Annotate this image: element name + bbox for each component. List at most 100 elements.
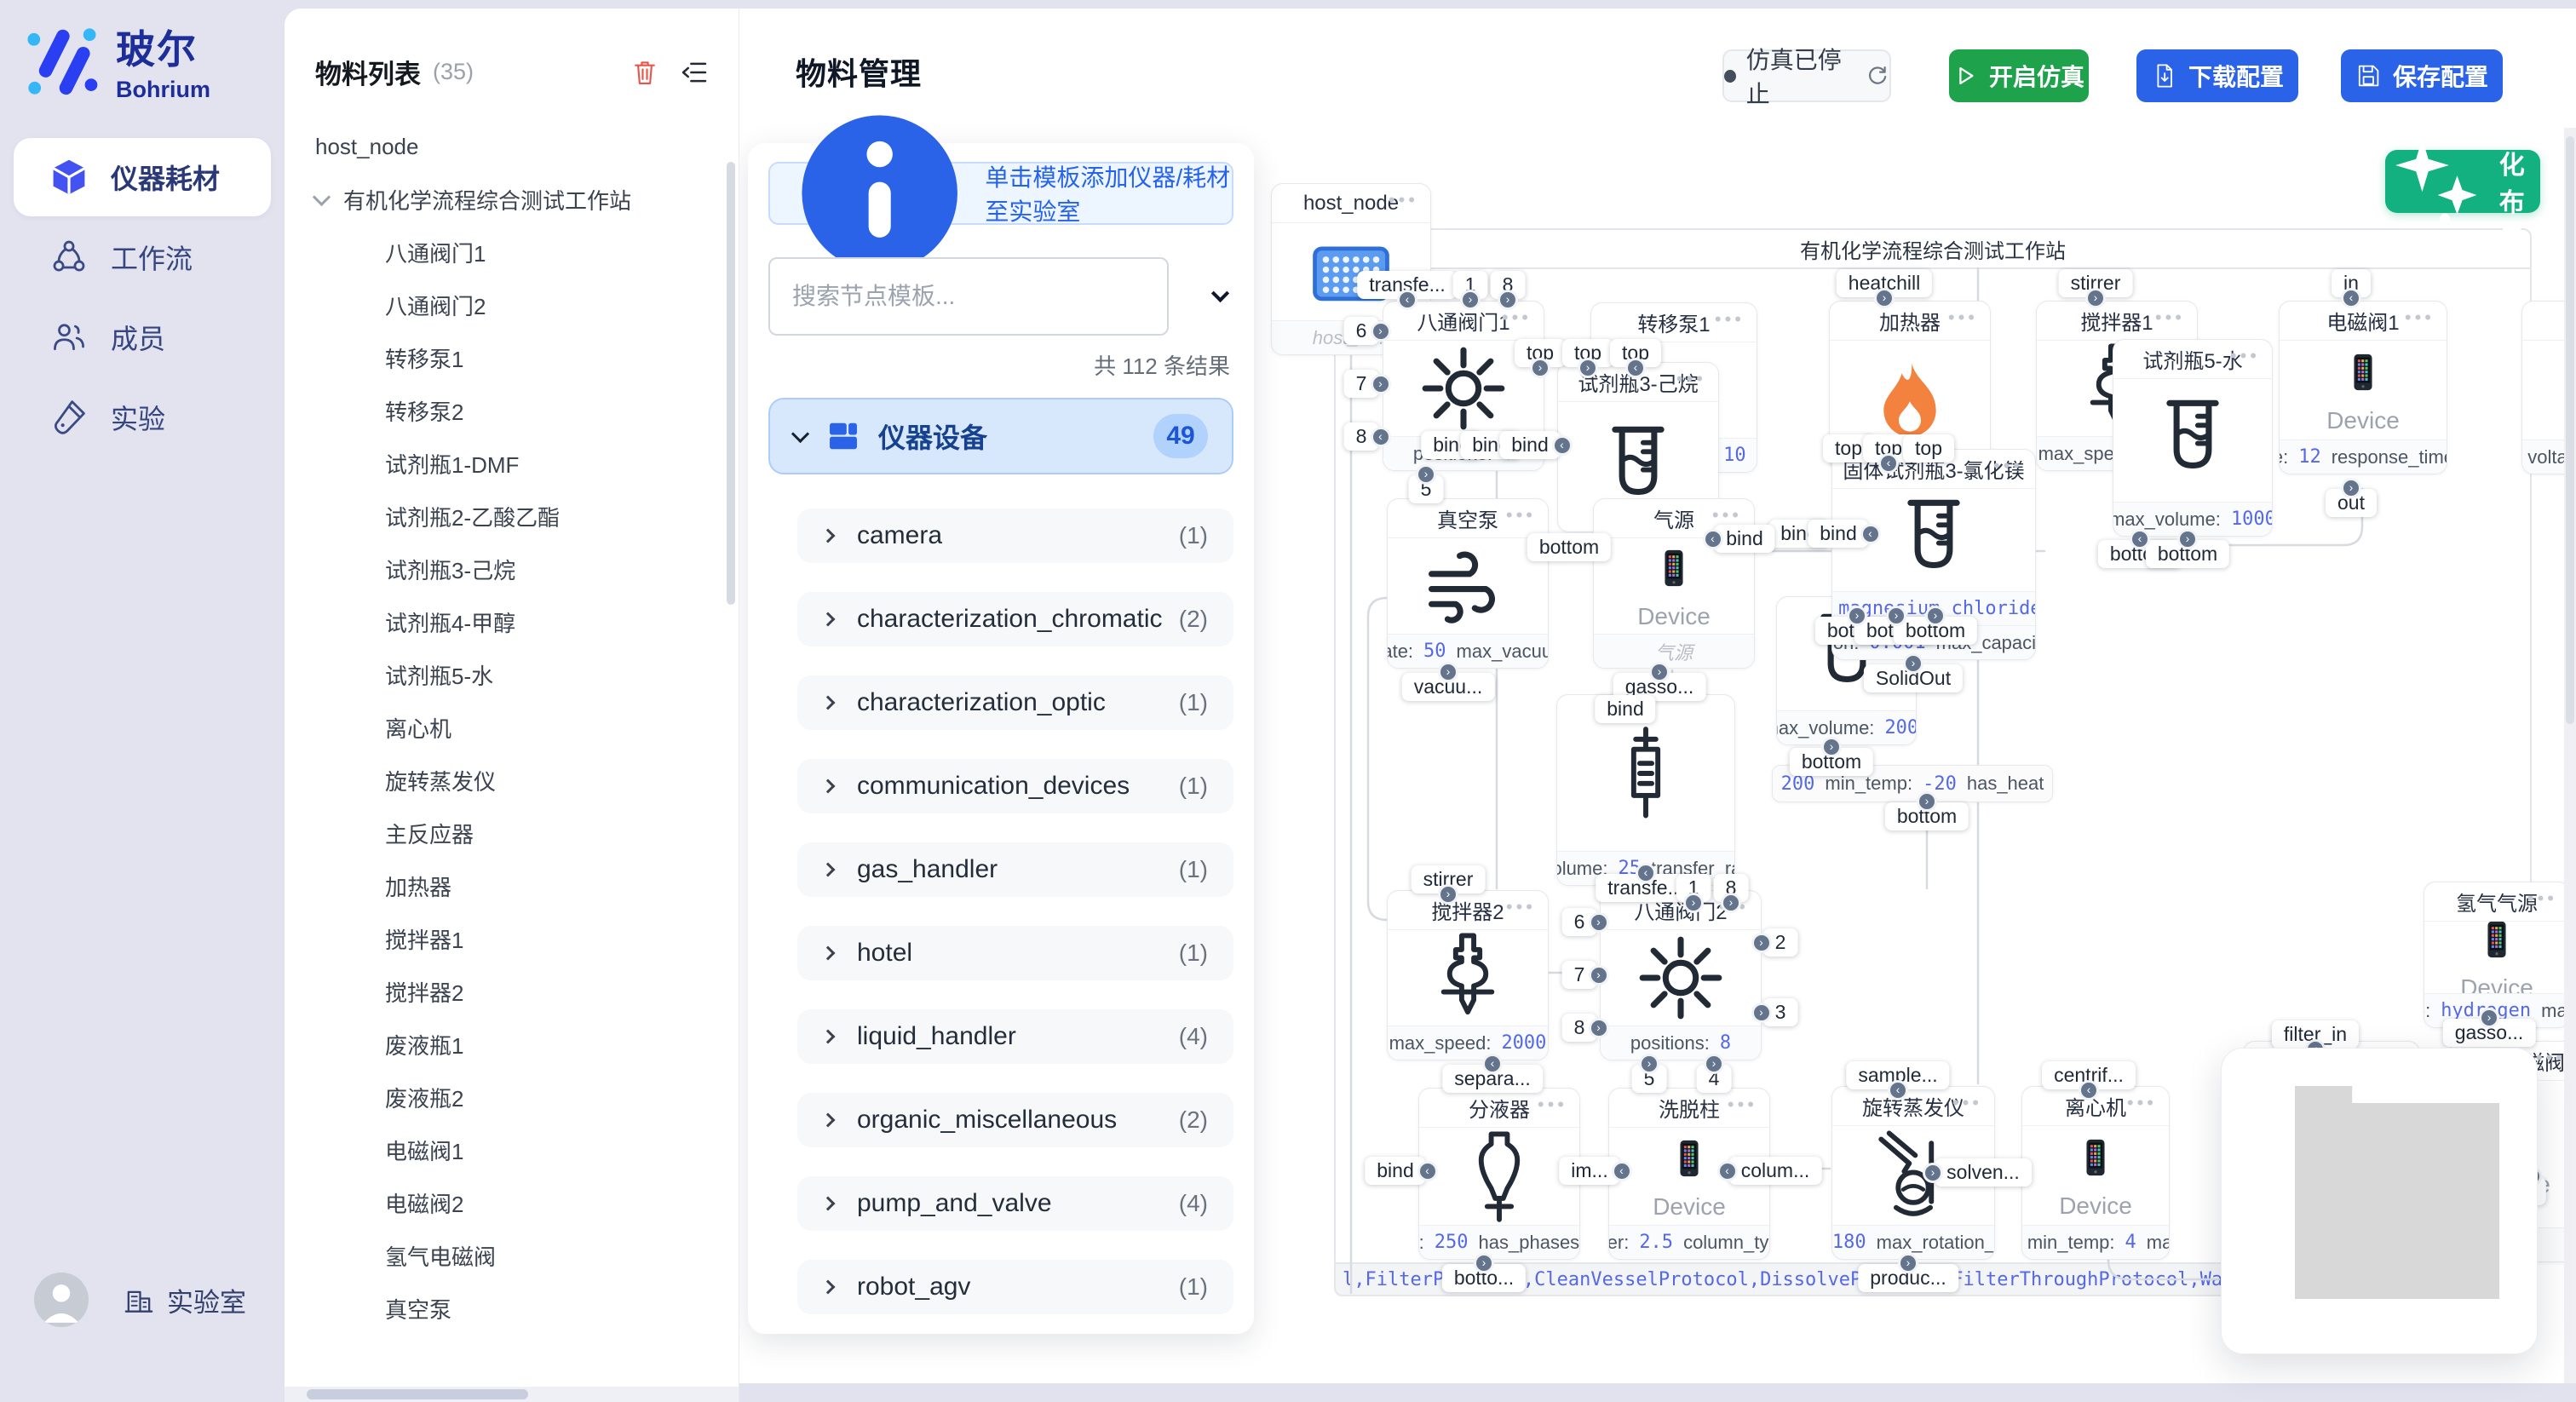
category-camera[interactable]: camera(1) [797,509,1233,563]
canvas-node-gas-source[interactable]: 气源•••Device气源 [1593,498,1755,669]
tree-item[interactable]: 真空泵 [285,1282,739,1335]
node-menu-icon[interactable]: ••• [2527,888,2557,910]
port-handle-icon[interactable]: › [1371,374,1391,394]
category-group-instruments[interactable]: 仪器设备 49 [768,398,1233,474]
tree-item[interactable]: 有机化学流程综合测试工作站 [285,173,739,226]
port-handle-icon[interactable]: ‹ [1636,863,1656,883]
port-handle-icon[interactable]: ‹ [1625,358,1646,378]
port-handle-icon[interactable]: › [1898,1253,1918,1273]
category-characterization_optic[interactable]: characterization_optic(1) [797,675,1233,730]
port-handle-icon[interactable]: › [2085,288,2106,308]
port-solven[interactable]: solven... [1935,1158,2032,1187]
node-menu-icon[interactable]: ••• [2230,345,2260,367]
materials-horizontal-scrollbar[interactable] [285,1387,739,1402]
tree-item[interactable]: 废液瓶1 [285,1018,739,1071]
port-handle-icon[interactable]: ‹ [1717,1161,1738,1181]
canvas-node-solenoid-valve-1[interactable]: 电磁阀1•••Devicevoltage:12response_time:0.1 [2279,301,2447,474]
node-menu-icon[interactable]: ••• [1538,1094,1567,1116]
port-handle-icon[interactable]: › [1639,1054,1659,1074]
port-handle-icon[interactable]: › [1460,290,1481,310]
port-handle-icon[interactable]: › [1589,965,1609,985]
canvas-node-valve8-2[interactable]: 八通阀门2•••positions:8 [1600,890,1762,1060]
port-handle-icon[interactable]: › [1438,662,1458,682]
port-handle-icon[interactable]: ‹ [1888,1080,1908,1100]
category-liquid_handler[interactable]: liquid_handler(4) [797,1009,1233,1064]
port-handle-icon[interactable]: ‹ [1482,1054,1503,1074]
port-handle-icon[interactable]: ‹ [2130,529,2150,549]
node-menu-icon[interactable]: ••• [1952,1092,1982,1114]
port-top[interactable]: top [1903,434,1954,463]
save-config-button[interactable]: 保存配置 [2341,49,2503,102]
trash-icon[interactable] [630,57,660,88]
port-handle-icon[interactable]: › [1917,791,1937,812]
canvas-node-hydrogen-gas-source[interactable]: 氢气气源•••Device_type:hydrogenmax_pre [2424,882,2570,1028]
tree-item[interactable]: 试剂瓶5-水 [285,648,739,701]
tree-item[interactable]: 试剂瓶3-己烷 [285,543,739,595]
port-handle-icon[interactable]: › [1704,1054,1724,1074]
port-handle-icon[interactable]: › [1649,662,1670,682]
search-template-input[interactable] [768,257,1169,336]
port-handle-icon[interactable]: › [1923,1163,1943,1183]
panel-collapse-chevron-icon[interactable] [1214,289,1227,304]
canvas-node-separator[interactable]: 分液器•••volume:250has_phases:true [1418,1088,1580,1260]
sidebar-item-members[interactable]: 成员 [14,298,271,376]
collapse-panel-icon[interactable] [679,57,710,88]
node-menu-icon[interactable]: ••• [1728,1094,1757,1116]
canvas-node-centrifuge[interactable]: 离心机•••Devicep:40min_temp:4max_spe [2021,1086,2170,1260]
category-communication_devices[interactable]: communication_devices(1) [797,759,1233,813]
port-handle-icon[interactable]: ‹ [1371,427,1391,447]
lab-switcher[interactable]: 实验室 [123,1281,246,1319]
tree-item[interactable]: 搅拌器2 [285,965,739,1018]
node-menu-icon[interactable]: ••• [2155,307,2185,329]
port-colum[interactable]: colum... [1729,1157,1822,1185]
sidebar-item-experiment[interactable]: 实验 [14,378,271,457]
node-menu-icon[interactable]: ••• [1715,308,1745,330]
node-menu-icon[interactable]: ••• [1506,896,1536,918]
canvas-vertical-scrollbar[interactable] [2564,128,2576,1383]
tree-item[interactable]: 试剂瓶4-甲醇 [285,595,739,648]
port-handle-icon[interactable]: › [1371,321,1391,342]
port-handle-icon[interactable]: › [1474,1253,1494,1273]
port-handle-icon[interactable]: › [1847,606,1867,626]
category-robot_agv[interactable]: robot_agv(1) [797,1260,1233,1314]
port-handle-icon[interactable]: › [1751,1003,1772,1023]
tree-item[interactable]: 氢气电磁阀 [285,1229,739,1282]
port-handle-icon[interactable]: › [1589,912,1609,933]
refresh-icon[interactable] [1866,63,1889,89]
node-menu-icon[interactable]: ••• [2405,307,2435,329]
port-handle-icon[interactable]: ‹ [1552,435,1573,456]
node-menu-icon[interactable]: ••• [2127,1092,2157,1114]
node-menu-icon[interactable]: ••• [1712,504,1742,526]
port-handle-icon[interactable]: ‹ [1878,453,1899,474]
tree-item[interactable]: 八通阀门2 [285,279,739,331]
port-handle-icon[interactable]: › [1821,737,1842,757]
port-handle-icon[interactable]: › [1874,288,1895,308]
tree-item[interactable]: 转移泵1 [285,331,739,384]
port-handle-icon[interactable]: ‹ [1612,1161,1632,1181]
tree-item[interactable]: 旋转蒸发仪 [285,754,739,807]
tree-item[interactable]: 废液瓶2 [285,1071,739,1123]
tree-item[interactable]: host_node [285,120,739,173]
beautify-layout-button[interactable]: 美化布局 [2385,150,2540,213]
port-handle-icon[interactable]: ‹ [1703,529,1723,549]
node-menu-icon[interactable]: ••• [1506,504,1536,526]
tree-item[interactable]: 电磁阀2 [285,1176,739,1229]
category-pump_and_valve[interactable]: pump_and_valve(4) [797,1176,1233,1231]
category-hotel[interactable]: hotel(1) [797,926,1233,980]
port-handle-icon[interactable]: › [2341,478,2361,498]
port-handle-icon[interactable]: › [1438,884,1458,905]
port-handle-icon[interactable]: ‹ [1860,524,1881,544]
port-handle-icon[interactable]: › [1751,933,1772,953]
category-organic_miscellaneous[interactable]: organic_miscellaneous(2) [797,1093,1233,1147]
materials-vertical-scrollbar[interactable] [727,162,735,605]
category-gas_handler[interactable]: gas_handler(1) [797,842,1233,897]
sidebar-item-cube[interactable]: 仪器耗材 [14,138,271,216]
port-handle-icon[interactable]: › [1578,358,1598,378]
chevron-down-icon[interactable] [313,187,331,205]
port-handle-icon[interactable]: › [1683,893,1704,913]
category-characterization_chromatic[interactable]: characterization_chromatic(2) [797,592,1233,646]
canvas-node-vacuum-pump[interactable]: 真空泵•••pump_rate:50max_vacuum:0.1 [1387,498,1549,669]
port-bind[interactable]: bind [1714,525,1774,553]
port-handle-icon[interactable]: › [2177,529,2198,549]
port-handle-icon[interactable]: ‹ [2079,1080,2099,1100]
